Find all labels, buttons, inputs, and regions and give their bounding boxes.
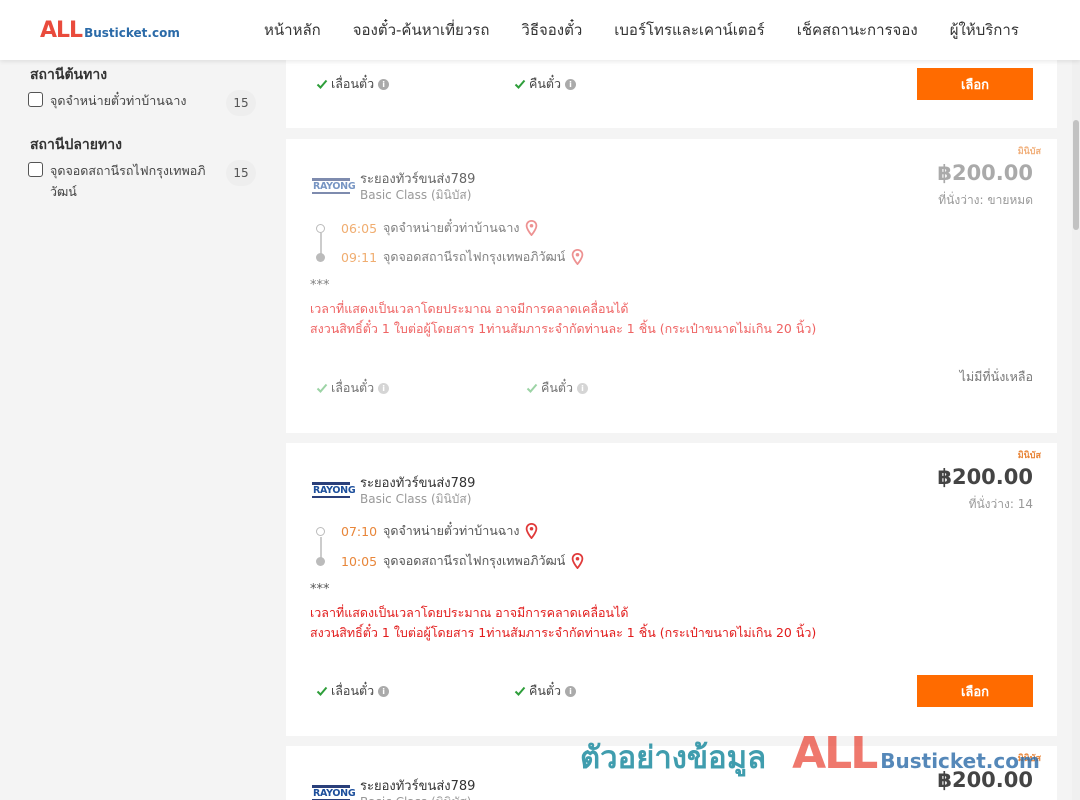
check-icon: [316, 686, 328, 696]
check-icon: [514, 79, 526, 89]
feature-change-ticket: เลื่อนตั๋ว i: [316, 681, 390, 701]
feature-refund-ticket: คืนตั๋ว i: [514, 74, 577, 94]
bus-type-tag: มินิบัส: [1017, 451, 1041, 461]
feature-label: คืนตั๋ว: [529, 683, 562, 698]
operator-logo-text: RAYONG: [313, 181, 356, 192]
operator-logo: RAYONG: [312, 480, 356, 498]
no-seat-text: ไม่มีที่นั่งเหลือ: [959, 369, 1033, 384]
departure-time: 06:05: [341, 220, 378, 236]
departure-time: 07:10: [341, 523, 378, 539]
arrival-time: 10:05: [341, 553, 378, 569]
site-header: ALL Busticket.com หน้าหลัก จองตั๋ว-ค้นหา…: [0, 0, 1080, 60]
check-icon: [526, 383, 538, 393]
note-luggage-policy: สงวนสิทธิ์ตั๋ว 1 ใบต่อผู้โดยสาร 1ท่านสัม…: [310, 321, 817, 336]
bus-class: Basic Class (มินิบัส): [360, 492, 472, 506]
operator-logo-text: RAYONG: [313, 485, 356, 496]
destination-filter-option[interactable]: จุดจอดสถานีรถไฟกรุงเทพอภิวัฒน์ 15: [28, 160, 256, 202]
origin-checkbox[interactable]: [28, 92, 43, 107]
map-pin-icon[interactable]: [571, 249, 584, 265]
operator-logo: RAYONG: [312, 783, 356, 800]
trip-card-1: มินิบัส RAYONG ระยองทัวร์ขนส่ง789 Basic …: [286, 139, 1057, 433]
feature-label: คืนตั๋ว: [529, 76, 562, 91]
departure-dot: [316, 223, 325, 233]
bus-class: Basic Class (มินิบัส): [360, 793, 471, 800]
check-icon: [316, 383, 328, 393]
arrival-stop: 09:11 จุดจอดสถานีรถไฟกรุงเทพอภิวัฒน์: [316, 247, 584, 267]
arrival-dot: [316, 556, 325, 566]
map-pin-icon[interactable]: [525, 220, 538, 236]
origin-filter-title: สถานีต้นทาง: [30, 67, 108, 83]
arrival-stop-name: จุดจอดสถานีรถไฟกรุงเทพอภิวัฒน์: [383, 553, 566, 568]
trip-card-2: มินิบัส RAYONG ระยองทัวร์ขนส่ง789 Basic …: [286, 443, 1057, 736]
feature-label: เลื่อนตั๋ว: [331, 76, 375, 91]
nav-operators[interactable]: ผู้ให้บริการ: [934, 18, 1035, 42]
origin-count-badge: 15: [226, 90, 256, 116]
arrival-stop: 10:05 จุดจอดสถานีรถไฟกรุงเทพอภิวัฒน์: [316, 551, 584, 571]
feature-refund-ticket: คืนตั๋ว i: [514, 681, 577, 701]
info-icon[interactable]: i: [378, 382, 390, 394]
check-icon: [316, 79, 328, 89]
note-stars: ***: [310, 582, 330, 597]
check-icon: [514, 686, 526, 696]
map-pin-icon[interactable]: [525, 523, 538, 539]
destination-count-badge: 15: [226, 160, 256, 186]
note-approx-time: เวลาที่แสดงเป็นเวลาโดยประมาณ อาจมีการคลา…: [310, 301, 629, 316]
note-luggage-policy: สงวนสิทธิ์ตั๋ว 1 ใบต่อผู้โดยสาร 1ท่านสัม…: [310, 625, 817, 640]
trip-card-3: มินิบัส RAYONG ระยองทัวร์ขนส่ง789 Basic …: [286, 746, 1057, 800]
info-icon[interactable]: i: [565, 78, 577, 90]
bus-type-tag: มินิบัส: [1017, 147, 1041, 157]
main-nav: หน้าหลัก จองตั๋ว-ค้นหาเที่ยวรถ วิธีจองตั…: [248, 0, 1035, 60]
departure-stop: 06:05 จุดจำหน่ายตั๋วท่าบ้านฉาง: [316, 218, 538, 238]
destination-filter-title: สถานีปลายทาง: [30, 137, 122, 153]
departure-stop: 07:10 จุดจำหน่ายตั๋วท่าบ้านฉาง: [316, 521, 538, 541]
bus-type-tag: มินิบัส: [1017, 754, 1041, 764]
select-trip-button[interactable]: เลือก: [917, 68, 1033, 100]
info-icon[interactable]: i: [565, 685, 577, 697]
arrival-stop-name: จุดจอดสถานีรถไฟกรุงเทพอภิวัฒน์: [383, 249, 566, 264]
info-icon[interactable]: i: [378, 685, 390, 697]
origin-option-label: จุดจำหน่ายตั๋วท่าบ้านฉาง: [50, 93, 187, 108]
departure-dot: [316, 526, 325, 536]
trip-card-0: เลื่อนตั๋ว i คืนตั๋ว i เลือก: [286, 60, 1057, 128]
arrival-time: 09:11: [341, 249, 378, 265]
nav-phone-counter[interactable]: เบอร์โทรและเคาน์เตอร์: [598, 18, 780, 42]
trip-price: ฿200.00: [937, 161, 1033, 185]
trip-price: ฿200.00: [937, 465, 1033, 489]
feature-change-ticket: เลื่อนตั๋ว i: [316, 74, 390, 94]
trip-price: ฿200.00: [937, 768, 1033, 792]
logo-busticket-text: Busticket.com: [84, 26, 180, 40]
bus-class: Basic Class (มินิบัส): [360, 188, 472, 202]
destination-option-label: จุดจอดสถานีรถไฟกรุงเทพอภิวัฒน์: [50, 163, 206, 199]
feature-label: คืนตั๋ว: [541, 380, 574, 395]
site-logo[interactable]: ALL Busticket.com: [40, 18, 180, 43]
map-pin-icon[interactable]: [571, 553, 584, 569]
feature-change-ticket: เลื่อนตั๋ว i: [316, 378, 390, 398]
select-trip-button[interactable]: เลือก: [917, 675, 1033, 707]
logo-all-text: ALL: [40, 18, 83, 43]
note-stars: ***: [310, 278, 330, 293]
nav-how-to-book[interactable]: วิธีจองตั๋ว: [505, 18, 598, 42]
seats-available: ที่นั่งว่าง: 14: [968, 497, 1033, 511]
origin-filter-option[interactable]: จุดจำหน่ายตั๋วท่าบ้านฉาง 15: [28, 90, 256, 116]
seats-available: ที่นั่งว่าง: ขายหมด: [938, 193, 1033, 207]
departure-stop-name: จุดจำหน่ายตั๋วท่าบ้านฉาง: [383, 220, 520, 235]
destination-checkbox[interactable]: [28, 162, 43, 177]
info-icon[interactable]: i: [378, 78, 390, 90]
feature-refund-ticket: คืนตั๋ว i: [526, 378, 589, 398]
note-approx-time: เวลาที่แสดงเป็นเวลาโดยประมาณ อาจมีการคลา…: [310, 605, 629, 620]
nav-check-status[interactable]: เช็คสถานะการจอง: [781, 18, 934, 42]
operator-logo: RAYONG: [312, 176, 356, 194]
arrival-dot: [316, 252, 325, 262]
info-icon[interactable]: i: [577, 382, 589, 394]
nav-home[interactable]: หน้าหลัก: [248, 18, 337, 42]
nav-book-search[interactable]: จองตั๋ว-ค้นหาเที่ยวรถ: [337, 18, 506, 42]
operator-logo-text: RAYONG: [313, 788, 356, 799]
page-scrollbar-thumb[interactable]: [1073, 120, 1079, 230]
feature-label: เลื่อนตั๋ว: [331, 683, 375, 698]
departure-stop-name: จุดจำหน่ายตั๋วท่าบ้านฉาง: [383, 523, 520, 538]
feature-label: เลื่อนตั๋ว: [331, 380, 375, 395]
